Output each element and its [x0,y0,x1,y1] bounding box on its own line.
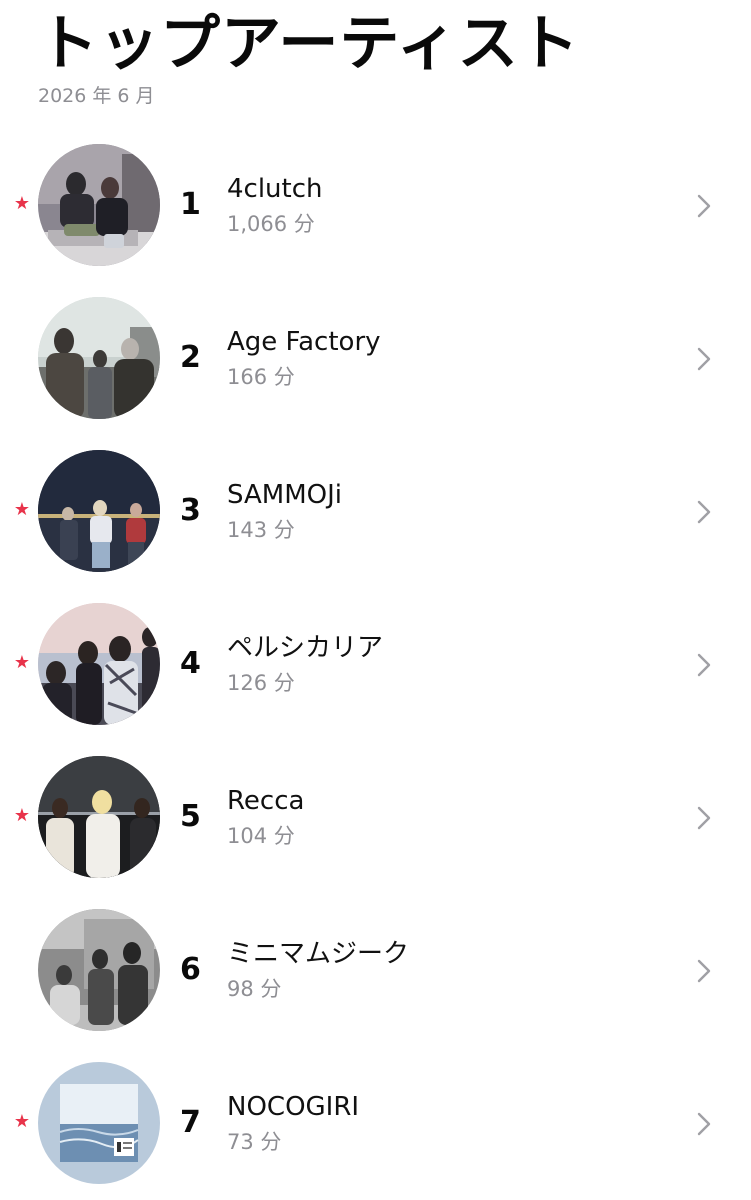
rank-number: 5 [180,799,201,834]
artist-name: ペルシカリア [227,633,384,663]
listening-minutes: 143 分 [227,518,295,542]
star-icon [12,347,32,367]
artist-list: ★ 1 4clutch 1,066 分 2 Age Factory 166 分 … [0,129,751,1200]
artist-name: Age Factory [227,327,381,357]
listening-minutes: 126 分 [227,671,295,695]
listening-minutes: 98 分 [227,977,282,1001]
artist-row-2[interactable]: 2 Age Factory 166 分 [0,282,751,435]
star-icon: ★ [13,193,31,214]
artist-photo [38,450,160,572]
chevron-right-icon [697,959,711,983]
artist-photo [38,144,160,266]
star-icon [12,959,32,979]
artist-photo [38,1062,160,1184]
chevron-right-icon [697,347,711,371]
rank-number: 7 [180,1105,201,1140]
artist-photo [38,603,160,725]
chevron-right-icon [697,653,711,677]
period-label: 2026 年 6 月 [38,85,155,107]
artist-name: ミニマムジーク [227,939,410,969]
artist-row-4[interactable]: ★ 4 ペルシカリア 126 分 [0,588,751,741]
artist-photo [38,756,160,878]
artist-row-1[interactable]: ★ 1 4clutch 1,066 分 [0,129,751,282]
listening-minutes: 73 分 [227,1130,282,1154]
rank-number: 4 [180,646,201,681]
artist-row-7[interactable]: ★ 7 NOCOGIRI 73 分 [0,1047,751,1200]
artist-photo [38,909,160,1031]
star-icon: ★ [13,499,31,520]
star-icon: ★ [13,805,31,826]
artist-name: SAMMOJi [227,480,342,510]
artist-row-3[interactable]: ★ 3 SAMMOJi 143 分 [0,435,751,588]
chevron-right-icon [697,806,711,830]
artist-row-5[interactable]: ★ 5 Recca 104 分 [0,741,751,894]
artist-name: Recca [227,786,305,816]
header: トップアーティスト 2026 年 6 月 [38,8,718,108]
chevron-right-icon [697,194,711,218]
rank-number: 2 [180,340,201,375]
chevron-right-icon [697,1112,711,1136]
star-icon: ★ [13,652,31,673]
artist-photo [38,297,160,419]
listening-minutes: 166 分 [227,365,295,389]
artist-name: 4clutch [227,174,323,204]
artist-name: NOCOGIRI [227,1092,360,1122]
chevron-right-icon [697,500,711,524]
rank-number: 1 [180,187,201,222]
listening-minutes: 1,066 分 [227,212,315,236]
rank-number: 6 [180,952,201,987]
artist-row-6[interactable]: 6 ミニマムジーク 98 分 [0,894,751,1047]
listening-minutes: 104 分 [227,824,295,848]
page-title: トップアーティスト [38,9,580,79]
star-icon: ★ [13,1111,31,1132]
rank-number: 3 [180,493,201,528]
